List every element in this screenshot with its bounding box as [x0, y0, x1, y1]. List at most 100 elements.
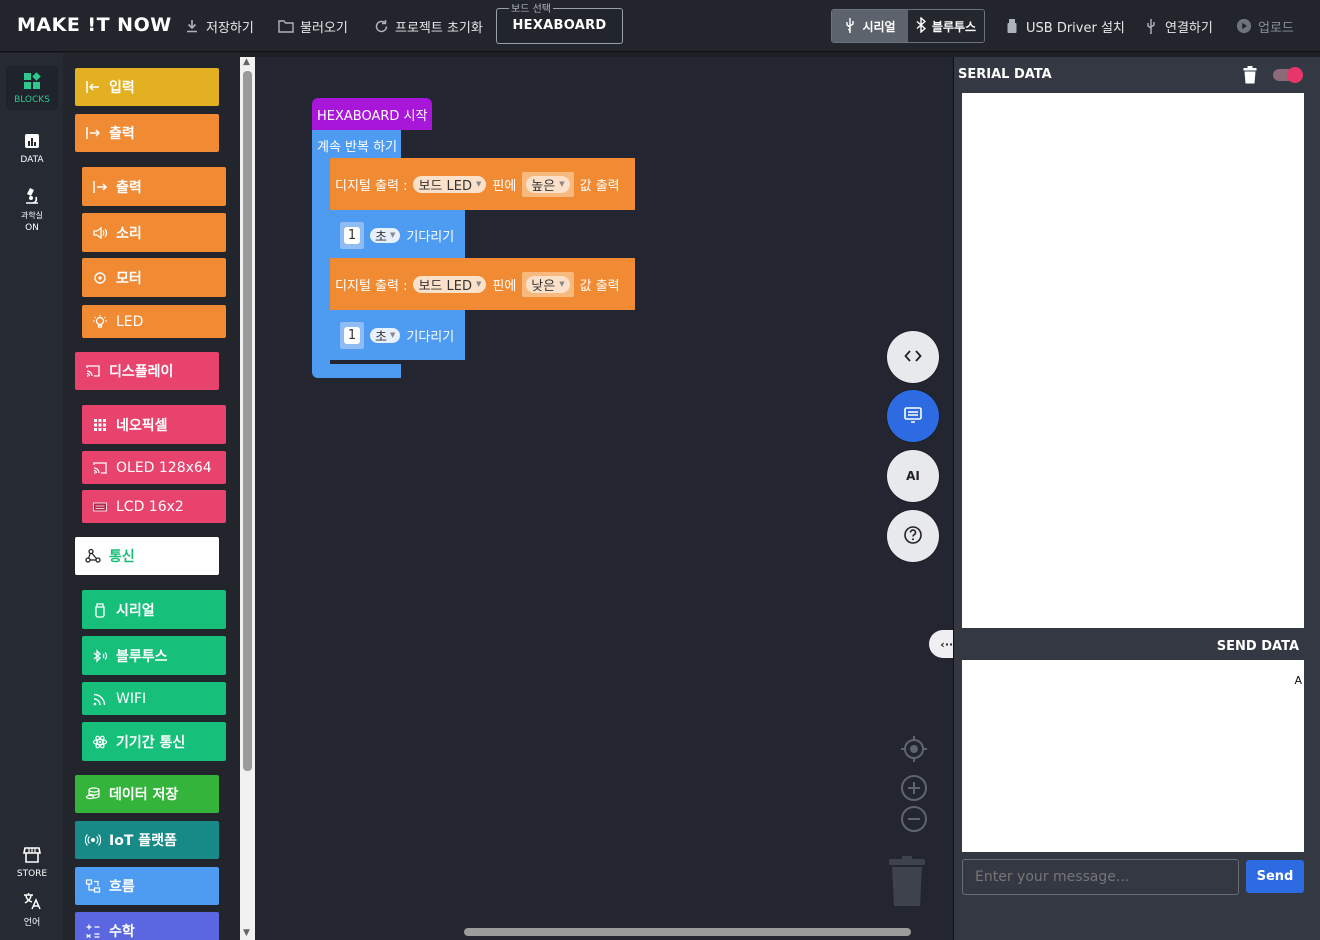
- category-input[interactable]: 입력: [75, 68, 219, 106]
- speaker-icon: [92, 225, 108, 241]
- pin-dropdown[interactable]: 보드 LED ▼: [413, 275, 487, 294]
- network-nodes-icon: [85, 548, 101, 564]
- connect-button[interactable]: 연결하기: [1143, 16, 1213, 36]
- subcategory-motor[interactable]: 모터: [82, 258, 226, 297]
- output-arrow-icon: [92, 179, 108, 195]
- usb-driver-install-button[interactable]: USB Driver 설치: [1004, 16, 1125, 36]
- category-label: 통신: [109, 549, 135, 565]
- digital-write-block-high[interactable]: 디지털 출력 : 보드 LED ▼ 핀에 높은 ▼ 값 출력: [330, 158, 635, 210]
- rail-blocks-label: BLOCKS: [14, 95, 50, 105]
- output-arrow-icon: [85, 125, 101, 141]
- loop-footer: [312, 364, 401, 378]
- dropdown-caret-icon: ▼: [389, 331, 396, 339]
- wait-suffix: 기다리기: [406, 229, 455, 245]
- zoom-in-button[interactable]: [899, 775, 929, 805]
- grid-dots-icon: [92, 417, 108, 433]
- zoom-out-button[interactable]: [899, 806, 929, 836]
- ai-assistant-button[interactable]: AI: [887, 450, 939, 502]
- subcategory-lcd[interactable]: LCD 16x2: [82, 490, 226, 523]
- left-rail: BLOCKS DATA 과학실 ON STORE 언어: [0, 53, 63, 940]
- subcategory-bluetooth[interactable]: 블루투스: [82, 636, 226, 675]
- category-flow[interactable]: 흐름: [75, 867, 219, 905]
- top-bar: MAKE !T NOW 저장하기 불러오기 프로젝트 초기화 보드 선택 HEX…: [0, 0, 1320, 52]
- recenter-button[interactable]: [899, 736, 929, 766]
- trash-can-icon[interactable]: [887, 856, 927, 908]
- scroll-up-arrow-icon[interactable]: ▲: [243, 57, 250, 67]
- rail-science-lab[interactable]: 과학실 ON: [6, 186, 58, 234]
- wait-number-field[interactable]: 1: [344, 226, 360, 244]
- reset-project-button[interactable]: 프로젝트 초기화: [373, 16, 483, 36]
- subcategory-sound[interactable]: 소리: [82, 213, 226, 252]
- level-dropdown[interactable]: 높은 ▼: [526, 175, 570, 194]
- category-math[interactable]: 수학: [75, 912, 219, 940]
- usb-stick-icon: [1004, 18, 1020, 34]
- digital-write-block-low[interactable]: 디지털 출력 : 보드 LED ▼ 핀에 낮은 ▼ 값 출력: [330, 258, 635, 310]
- board-select[interactable]: 보드 선택 HEXABOARD: [496, 0, 623, 44]
- level-dropdown[interactable]: 낮은 ▼: [526, 275, 570, 294]
- pin-label: 핀에: [492, 178, 517, 194]
- serial-monitor-button[interactable]: [887, 390, 939, 442]
- time-unit-dropdown[interactable]: 초 ▼: [370, 327, 401, 345]
- category-data-storage[interactable]: 데이터 저장: [75, 775, 219, 813]
- category-communication[interactable]: 통신: [75, 537, 219, 575]
- wait-suffix: 기다리기: [406, 329, 455, 345]
- scroll-down-arrow-icon[interactable]: ▼: [243, 928, 250, 938]
- upload-label: 업로드: [1258, 20, 1294, 36]
- code-brackets-icon: [904, 349, 922, 366]
- subcategory-led[interactable]: LED: [82, 305, 226, 338]
- serial-panel: SERIAL DATA SEND DATA A Send: [953, 57, 1320, 940]
- category-display[interactable]: 디스플레이: [75, 352, 219, 390]
- save-label: 저장하기: [206, 20, 254, 36]
- send-button[interactable]: Send: [1246, 860, 1304, 893]
- clear-trash-icon[interactable]: [1243, 66, 1257, 88]
- rail-data-label: DATA: [20, 155, 44, 165]
- wait-block[interactable]: 1 초 ▼ 기다리기: [330, 310, 465, 360]
- category-iot-platform[interactable]: IoT 플랫폼: [75, 821, 219, 859]
- code-view-button[interactable]: [887, 331, 939, 383]
- category-label: 시리얼: [116, 602, 155, 619]
- subcategory-wifi[interactable]: WIFI: [82, 682, 226, 715]
- number-slot: 1: [340, 321, 364, 349]
- pin-dropdown[interactable]: 보드 LED ▼: [413, 175, 487, 194]
- rail-store[interactable]: STORE: [6, 845, 58, 879]
- serial-toggle-switch[interactable]: [1273, 67, 1303, 83]
- upload-button[interactable]: 업로드: [1236, 16, 1294, 36]
- category-output[interactable]: 출력: [75, 114, 219, 152]
- workspace-horizontal-scrollbar[interactable]: [464, 928, 911, 936]
- rail-store-label: STORE: [16, 869, 48, 879]
- cast-icon: [92, 460, 108, 476]
- rail-data[interactable]: DATA: [6, 131, 58, 165]
- load-button[interactable]: 불러오기: [278, 16, 348, 36]
- lcd-icon: [92, 499, 108, 515]
- serial-mode-button[interactable]: 시리얼: [832, 10, 908, 42]
- subcategory-output[interactable]: 출력: [82, 167, 226, 206]
- subcategory-serial[interactable]: 시리얼: [82, 590, 226, 629]
- save-button[interactable]: 저장하기: [184, 16, 254, 36]
- category-label: IoT 플랫폼: [109, 833, 177, 849]
- subcategory-oled[interactable]: OLED 128x64: [82, 451, 226, 484]
- block-palette: 입력 출력 출력 소리 모터 LED 디스플레이 네오픽셀 OLED 128x6…: [63, 53, 240, 940]
- blocks-workspace[interactable]: HEXABOARD 시작 계속 반복 하기 디지털 출력 : 보드 LED ▼ …: [255, 57, 953, 940]
- dropdown-caret-icon: ▼: [559, 180, 565, 188]
- time-unit-dropdown[interactable]: 초 ▼: [370, 227, 401, 245]
- rail-blocks[interactable]: BLOCKS: [6, 66, 58, 110]
- start-hat-label: HEXABOARD 시작: [317, 108, 428, 124]
- microscope-icon: [21, 186, 43, 208]
- category-label: 수학: [109, 924, 135, 940]
- subcategory-device-comm[interactable]: 기기간 통신: [82, 722, 226, 761]
- rail-language[interactable]: 언어: [6, 891, 58, 928]
- input-arrow-icon: [85, 79, 101, 95]
- palette-scroll-thumb[interactable]: [243, 71, 252, 771]
- subcategory-neopixel[interactable]: 네오픽셀: [82, 405, 226, 444]
- crosshair-icon: [900, 735, 928, 767]
- flow-icon: [85, 878, 101, 894]
- coins-icon: [85, 786, 101, 802]
- bluetooth-mode-button[interactable]: 블루투스: [908, 10, 984, 42]
- wait-number-field[interactable]: 1: [344, 326, 360, 344]
- toggle-knob: [1287, 67, 1303, 83]
- wait-block[interactable]: 1 초 ▼ 기다리기: [330, 210, 465, 260]
- palette-scrollbar[interactable]: ▲ ▼: [240, 57, 255, 940]
- message-input[interactable]: [962, 859, 1239, 895]
- start-hat-block[interactable]: HEXABOARD 시작: [312, 98, 432, 130]
- help-button[interactable]: [887, 510, 939, 562]
